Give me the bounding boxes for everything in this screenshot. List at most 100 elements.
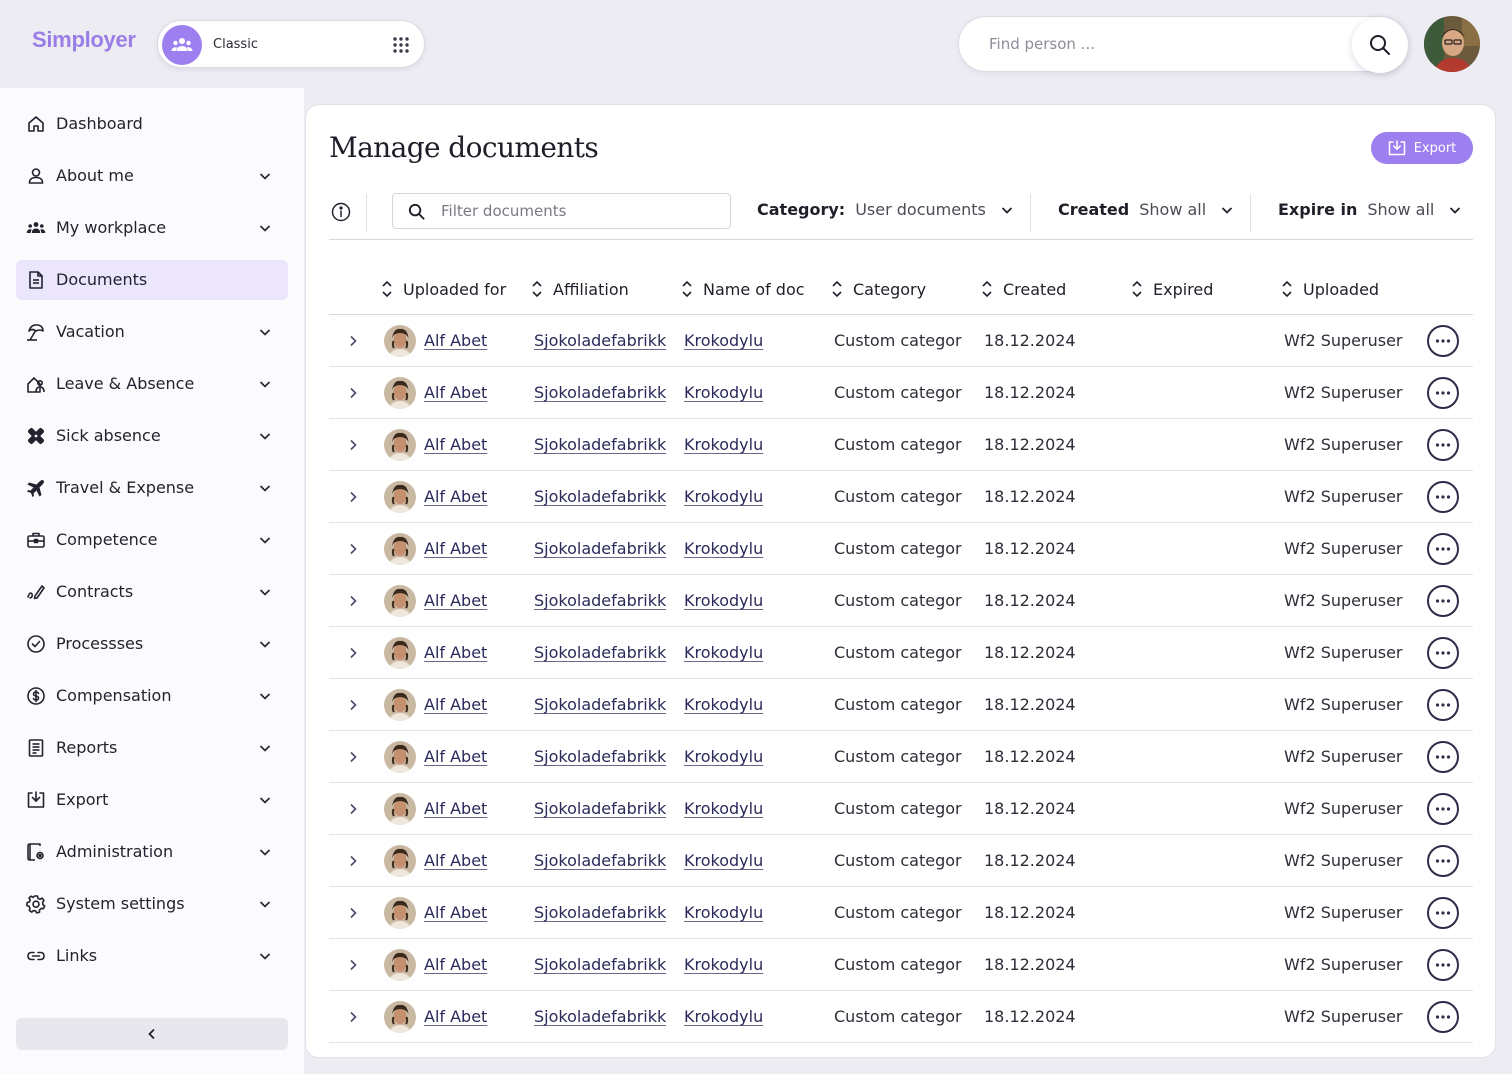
uploaded-for-link[interactable]: Alf Abet [424, 487, 524, 506]
row-actions-button[interactable] [1427, 637, 1459, 669]
collapse-sidebar-button[interactable] [16, 1018, 288, 1050]
created-filter-dropdown[interactable]: Created Show all [1058, 200, 1234, 219]
affiliation-link[interactable]: Sjokoladefabrikk [534, 383, 667, 402]
affiliation-link[interactable]: Sjokoladefabrikk [534, 539, 667, 558]
uploaded-for-link[interactable]: Alf Abet [424, 435, 524, 454]
uploaded-for-link[interactable]: Alf Abet [424, 539, 524, 558]
uploaded-for-link[interactable]: Alf Abet [424, 799, 524, 818]
uploaded-for-link[interactable]: Alf Abet [424, 851, 524, 870]
uploaded-for-link[interactable]: Alf Abet [424, 955, 524, 974]
document-name-link[interactable]: Krokodylu [684, 487, 824, 506]
chevron-right-icon[interactable] [346, 802, 360, 816]
affiliation-link[interactable]: Sjokoladefabrikk [534, 695, 667, 714]
chevron-right-icon[interactable] [346, 854, 360, 868]
chevron-right-icon[interactable] [346, 646, 360, 660]
sidebar-item-system-settings[interactable]: System settings [16, 884, 288, 924]
affiliation-link[interactable]: Sjokoladefabrikk [534, 851, 667, 870]
row-actions-button[interactable] [1427, 533, 1459, 565]
row-actions-button[interactable] [1427, 481, 1459, 513]
sidebar-item-reports[interactable]: Reports [16, 728, 288, 768]
search-button[interactable] [1352, 17, 1408, 73]
uploaded-for-link[interactable]: Alf Abet [424, 695, 524, 714]
column-header-category[interactable]: Category [831, 279, 926, 299]
sidebar-item-leave-absence[interactable]: Leave & Absence [16, 364, 288, 404]
sidebar-item-sick-absence[interactable]: Sick absence [16, 416, 288, 456]
affiliation-link[interactable]: Sjokoladefabrikk [534, 643, 667, 662]
column-header-uploaded[interactable]: Uploaded [1281, 279, 1379, 299]
document-name-link[interactable]: Krokodylu [684, 643, 824, 662]
sidebar-item-compensation[interactable]: Compensation [16, 676, 288, 716]
column-header-affiliation[interactable]: Affiliation [531, 279, 629, 299]
uploaded-for-link[interactable]: Alf Abet [424, 903, 524, 922]
sidebar-item-my-workplace[interactable]: My workplace [16, 208, 288, 248]
row-actions-button[interactable] [1427, 793, 1459, 825]
sidebar-item-competence[interactable]: Competence [16, 520, 288, 560]
affiliation-link[interactable]: Sjokoladefabrikk [534, 903, 667, 922]
chevron-right-icon[interactable] [346, 594, 360, 608]
row-actions-button[interactable] [1427, 429, 1459, 461]
document-name-link[interactable]: Krokodylu [684, 955, 824, 974]
row-actions-button[interactable] [1427, 845, 1459, 877]
row-actions-button[interactable] [1427, 949, 1459, 981]
chevron-right-icon[interactable] [346, 698, 360, 712]
app-grid-icon[interactable] [392, 36, 410, 54]
uploaded-for-link[interactable]: Alf Abet [424, 1007, 524, 1026]
sidebar-item-links[interactable]: Links [16, 936, 288, 976]
category-filter-dropdown[interactable]: Category: User documents [757, 200, 1014, 219]
row-actions-button[interactable] [1427, 689, 1459, 721]
document-name-link[interactable]: Krokodylu [684, 799, 824, 818]
affiliation-link[interactable]: Sjokoladefabrikk [534, 331, 667, 350]
sidebar-item-processes[interactable]: Processses [16, 624, 288, 664]
affiliation-link[interactable]: Sjokoladefabrikk [534, 487, 667, 506]
document-name-link[interactable]: Krokodylu [684, 539, 824, 558]
document-name-link[interactable]: Krokodylu [684, 435, 824, 454]
document-name-link[interactable]: Krokodylu [684, 851, 824, 870]
chevron-right-icon[interactable] [346, 490, 360, 504]
affiliation-link[interactable]: Sjokoladefabrikk [534, 799, 667, 818]
sidebar-item-dashboard[interactable]: Dashboard [16, 104, 288, 144]
row-actions-button[interactable] [1427, 585, 1459, 617]
sidebar-item-contracts[interactable]: Contracts [16, 572, 288, 612]
chevron-right-icon[interactable] [346, 542, 360, 556]
chevron-right-icon[interactable] [346, 438, 360, 452]
affiliation-link[interactable]: Sjokoladefabrikk [534, 435, 667, 454]
chevron-right-icon[interactable] [346, 386, 360, 400]
document-name-link[interactable]: Krokodylu [684, 695, 824, 714]
affiliation-link[interactable]: Sjokoladefabrikk [534, 747, 667, 766]
document-name-link[interactable]: Krokodylu [684, 903, 824, 922]
column-header-uploaded-for[interactable]: Uploaded for [381, 279, 506, 299]
document-name-link[interactable]: Krokodylu [684, 383, 824, 402]
export-button[interactable]: Export [1371, 132, 1473, 164]
uploaded-for-link[interactable]: Alf Abet [424, 331, 524, 350]
chevron-right-icon[interactable] [346, 334, 360, 348]
affiliation-link[interactable]: Sjokoladefabrikk [534, 955, 667, 974]
uploaded-for-link[interactable]: Alf Abet [424, 591, 524, 610]
affiliation-link[interactable]: Sjokoladefabrikk [534, 591, 667, 610]
filter-documents-input[interactable] [441, 194, 721, 228]
chevron-right-icon[interactable] [346, 958, 360, 972]
uploaded-for-link[interactable]: Alf Abet [424, 643, 524, 662]
chevron-right-icon[interactable] [346, 906, 360, 920]
row-actions-button[interactable] [1427, 325, 1459, 357]
document-name-link[interactable]: Krokodylu [684, 331, 824, 350]
row-actions-button[interactable] [1427, 1001, 1459, 1033]
user-avatar[interactable] [1424, 16, 1480, 72]
uploaded-for-link[interactable]: Alf Abet [424, 383, 524, 402]
column-header-expired[interactable]: Expired [1131, 279, 1213, 299]
sidebar-item-administration[interactable]: Administration [16, 832, 288, 872]
row-actions-button[interactable] [1427, 377, 1459, 409]
chevron-right-icon[interactable] [346, 1010, 360, 1024]
logo[interactable]: Simployer [32, 27, 136, 53]
column-header-created[interactable]: Created [981, 279, 1066, 299]
document-name-link[interactable]: Krokodylu [684, 591, 824, 610]
person-search-input[interactable] [989, 17, 1339, 71]
mode-switcher[interactable]: Classic [157, 20, 425, 68]
document-name-link[interactable]: Krokodylu [684, 747, 824, 766]
sidebar-item-vacation[interactable]: Vacation [16, 312, 288, 352]
sidebar-item-travel-expense[interactable]: Travel & Expense [16, 468, 288, 508]
sidebar-item-documents[interactable]: Documents [16, 260, 288, 300]
uploaded-for-link[interactable]: Alf Abet [424, 747, 524, 766]
chevron-right-icon[interactable] [346, 750, 360, 764]
sidebar-item-about-me[interactable]: About me [16, 156, 288, 196]
row-actions-button[interactable] [1427, 897, 1459, 929]
